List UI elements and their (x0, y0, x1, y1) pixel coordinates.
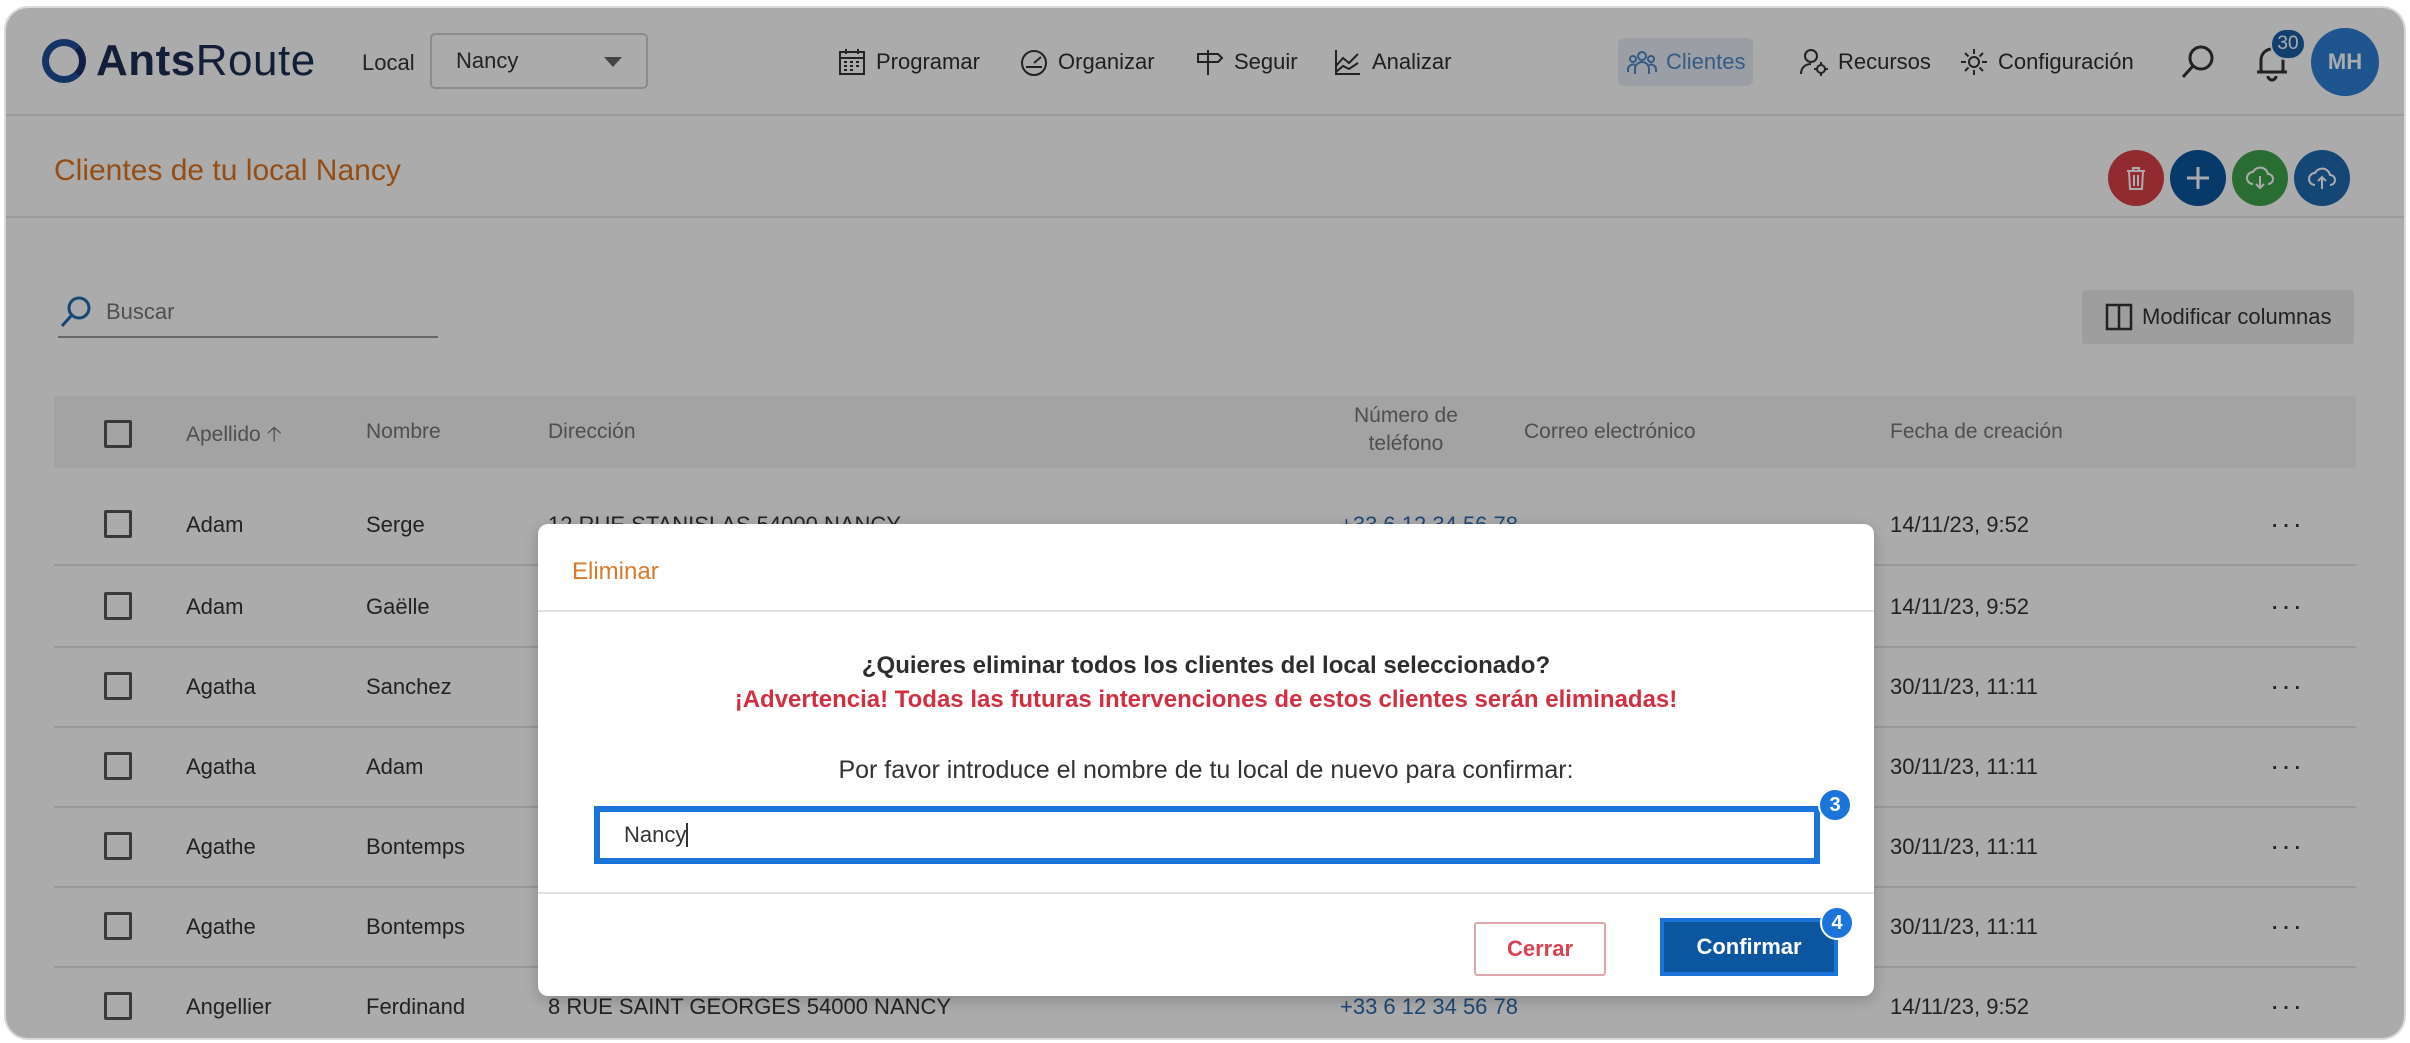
delete-dialog: Eliminar ¿Quieres eliminar todos los cli… (538, 524, 1874, 996)
app-window: AntsRoute Local Nancy Programar Organiza… (6, 8, 2404, 1038)
confirm-local-value: Nancy (624, 822, 687, 847)
text-cursor (686, 823, 689, 847)
confirm-local-input[interactable]: Nancy (594, 806, 1820, 864)
dialog-prompt: Por favor introduce el nombre de tu loca… (838, 756, 1574, 784)
dialog-footer: Cerrar Confirmar (538, 892, 1874, 996)
dialog-question: ¿Quieres eliminar todos los clientes del… (861, 652, 1551, 679)
confirm-button[interactable]: Confirmar (1660, 918, 1838, 976)
dialog-header: Eliminar (538, 524, 1874, 612)
dialog-warning: ¡Advertencia! Todas las futuras interven… (734, 686, 1678, 713)
dialog-title: Eliminar (572, 558, 659, 585)
close-button[interactable]: Cerrar (1474, 922, 1606, 976)
step-marker-4: 4 (1820, 906, 1854, 940)
step-marker-3: 3 (1818, 788, 1852, 822)
